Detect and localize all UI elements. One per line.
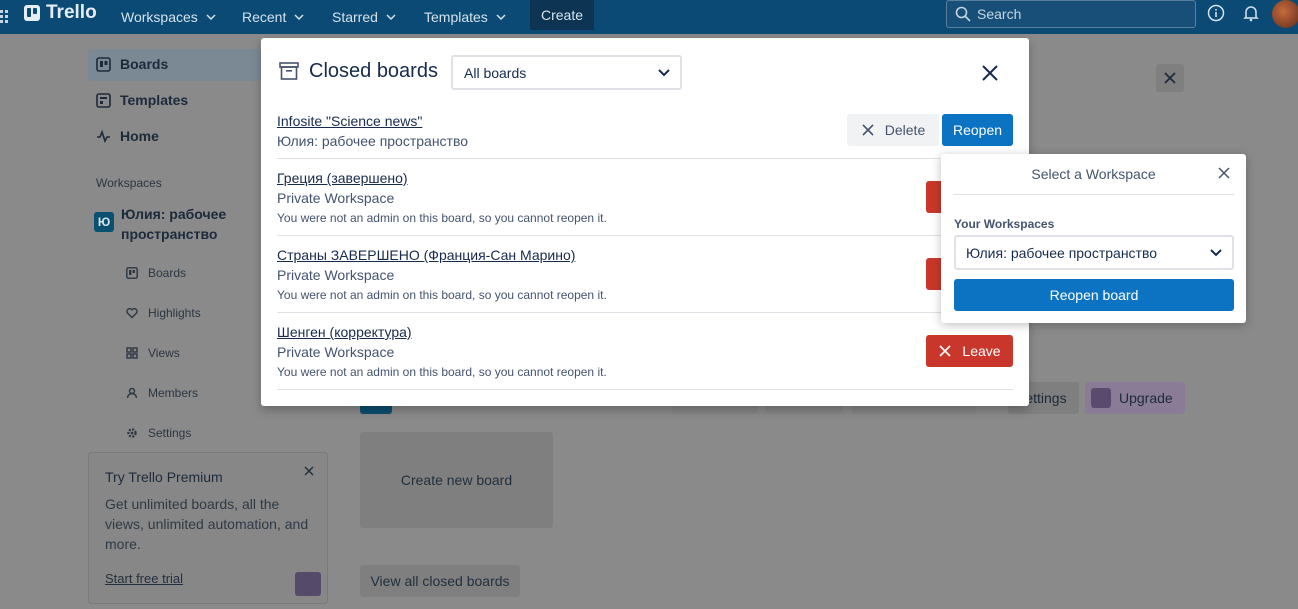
board-name-link[interactable]: Infosite "Science news" (277, 113, 422, 129)
workspace-select[interactable]: Юлия: рабочее пространство (954, 235, 1234, 270)
workspace-item-views[interactable]: Views (126, 346, 180, 360)
top-nav: Trello Workspaces Recent Starred Templat… (0, 0, 1298, 34)
reopen-board-button[interactable]: Reopen board (954, 279, 1234, 311)
board-note: You were not an admin on this board, so … (277, 288, 607, 302)
sidebar-item-templates[interactable]: Templates (96, 92, 188, 108)
close-icon[interactable] (977, 60, 1003, 86)
trello-logo[interactable]: Trello (24, 2, 97, 24)
workspace-item-highlights[interactable]: Highlights (126, 306, 201, 320)
nav-recent[interactable]: Recent (242, 0, 304, 34)
board-workspace: Private Workspace (277, 344, 395, 360)
board-workspace: Private Workspace (277, 267, 395, 283)
premium-text: Get unlimited boards, all the views, unl… (105, 496, 309, 552)
leave-button[interactable]: Leave (926, 335, 1013, 367)
workspace-name[interactable]: Юлия: рабочее пространство (121, 204, 251, 244)
nav-starred[interactable]: Starred (332, 0, 396, 34)
start-free-trial-link[interactable]: Start free trial (105, 571, 183, 586)
board-filter-select[interactable]: All boards (451, 55, 682, 90)
archive-icon (279, 62, 299, 80)
workspace-item-members[interactable]: Members (126, 386, 198, 400)
gear-icon (127, 428, 137, 438)
bell-icon[interactable] (1242, 4, 1260, 22)
workspace-item-boards[interactable]: Boards (126, 266, 186, 280)
sidebar-item-home[interactable]: Home (96, 128, 159, 144)
chevron-down-icon (294, 14, 304, 21)
create-new-board-tile[interactable]: Create new board (360, 432, 553, 528)
reopen-button[interactable]: Reopen (942, 114, 1013, 146)
members-icon (126, 387, 138, 399)
board-workspace: Юлия: рабочее пространство (277, 133, 469, 149)
activity-icon (97, 129, 110, 143)
select-workspace-popover: Select a Workspace Your Workspaces Юлия:… (941, 154, 1246, 323)
sidebar-item-boards[interactable]: Boards (96, 56, 168, 72)
chevron-down-icon (658, 69, 670, 77)
brand-name: Trello (46, 2, 97, 23)
create-button[interactable]: Create (530, 0, 594, 30)
your-workspaces-label: Your Workspaces (954, 217, 1055, 231)
search-placeholder: Search (977, 6, 1022, 22)
workspace-item-settings[interactable]: Settings (126, 426, 191, 440)
views-grid-icon (126, 347, 138, 359)
modal-title: Closed boards (309, 60, 438, 82)
closed-board-row: Шенген (корректура) Private Workspace Yo… (277, 313, 1013, 390)
chevron-down-icon (496, 14, 506, 21)
delete-button[interactable]: Delete (847, 114, 939, 146)
workspace-avatar: Ю (94, 212, 114, 232)
closed-boards-modal: Closed boards All boards Infosite "Scien… (261, 38, 1029, 406)
board-note: You were not an admin on this board, so … (277, 365, 607, 379)
close-icon[interactable] (1217, 166, 1231, 180)
board-name-link[interactable]: Страны ЗАВЕРШЕНО (Франция-Сан Марино) (277, 247, 575, 263)
close-icon[interactable] (1156, 64, 1184, 92)
workspaces-section-label: Workspaces (96, 176, 162, 190)
upgrade-icon (1091, 388, 1111, 408)
closed-board-row: Страны ЗАВЕРШЕНО (Франция-Сан Марино) Pr… (277, 236, 1013, 313)
board-name-link[interactable]: Шенген (корректура) (277, 324, 412, 340)
info-icon[interactable] (1207, 4, 1225, 22)
view-closed-boards-button[interactable]: View all closed boards (360, 565, 520, 597)
user-avatar[interactable] (1272, 0, 1298, 28)
board-icon (126, 267, 138, 279)
trello-logo-icon (24, 5, 40, 21)
nav-templates[interactable]: Templates (424, 0, 506, 34)
upgrade-button[interactable]: Upgrade (1085, 382, 1185, 414)
close-icon (862, 124, 874, 136)
board-workspace: Private Workspace (277, 190, 395, 206)
premium-title: Try Trello Premium (105, 469, 223, 485)
chevron-down-icon (386, 14, 396, 21)
search-input[interactable]: Search (946, 0, 1196, 28)
popover-divider (953, 194, 1234, 195)
popover-title: Select a Workspace (1031, 166, 1156, 182)
board-note: You were not an admin on this board, so … (277, 211, 607, 225)
apps-grid-icon[interactable] (0, 7, 14, 25)
heart-icon (126, 307, 138, 319)
close-icon[interactable] (303, 465, 315, 477)
board-name-link[interactable]: Греция (завершено) (277, 170, 408, 186)
premium-briefcase-icon (295, 572, 321, 596)
nav-workspaces[interactable]: Workspaces (121, 0, 216, 34)
chevron-down-icon (206, 14, 216, 21)
chevron-down-icon (1210, 249, 1222, 257)
premium-promo-card: Try Trello Premium Get unlimited boards,… (88, 452, 328, 604)
close-icon (939, 345, 951, 357)
board-icon (96, 56, 111, 72)
search-icon (955, 6, 971, 22)
closed-board-row: Греция (завершено) Private Workspace You… (277, 159, 1013, 236)
template-icon (96, 92, 111, 108)
